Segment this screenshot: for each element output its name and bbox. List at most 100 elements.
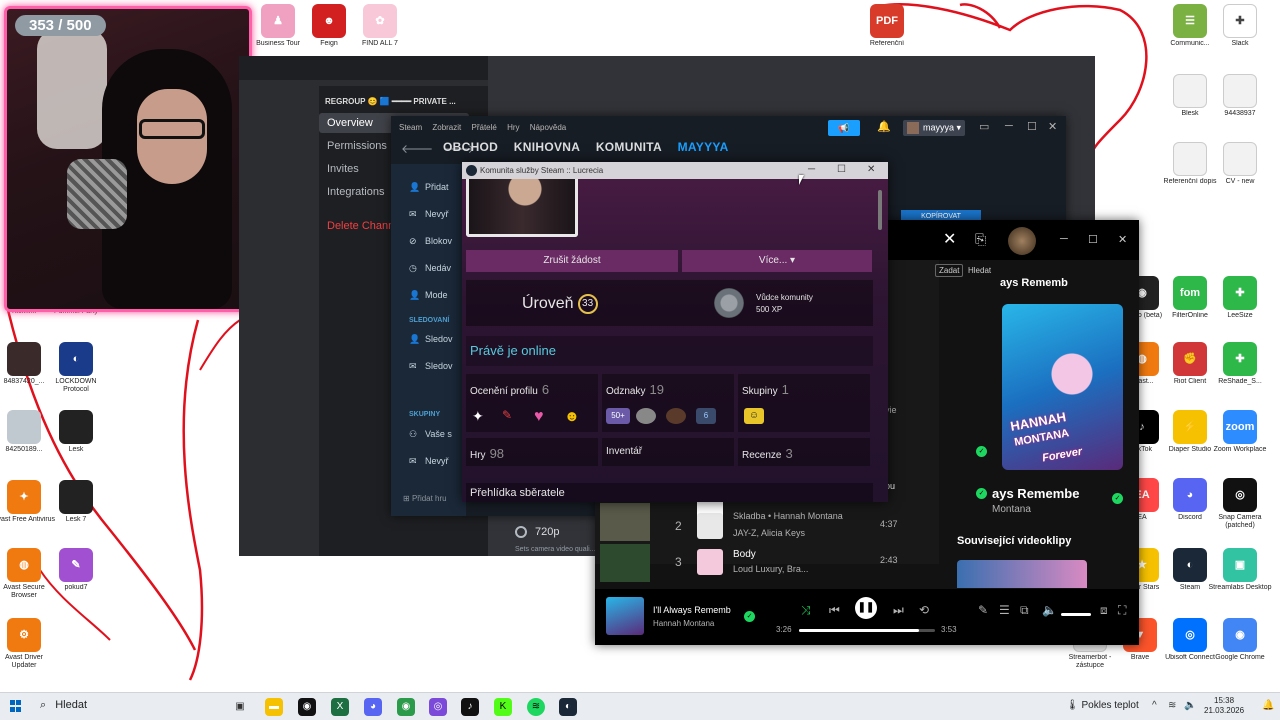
- badges-cell[interactable]: Odznaky 19 50+ 6: [602, 374, 734, 432]
- reviews-cell[interactable]: Recenze 3: [738, 438, 870, 466]
- nav-komunita[interactable]: KOMUNITA: [596, 140, 662, 154]
- groups-cell[interactable]: Skupiny 1 ☺: [738, 374, 870, 432]
- volume-slider[interactable]: [1061, 613, 1091, 616]
- desktop-icon-d30[interactable]: zoom Zoom Workplace: [1208, 410, 1272, 454]
- profile-avatar[interactable]: [466, 179, 578, 237]
- community-leader-badge-icon[interactable]: [714, 288, 744, 318]
- menu-hry[interactable]: Hry: [507, 123, 519, 132]
- desktop-icon-d3[interactable]: ✿ FIND ALL 7: [348, 4, 412, 48]
- related-video-thumbnail[interactable]: [957, 560, 1087, 588]
- enter-tag[interactable]: Zadat: [935, 264, 964, 277]
- notification-icon[interactable]: 🔔: [1262, 700, 1274, 711]
- announcement-button[interactable]: 📢: [828, 120, 860, 136]
- lyrics-icon[interactable]: ✎: [978, 603, 988, 617]
- discord-icon[interactable]: ◕: [364, 698, 382, 716]
- nav-knihovna[interactable]: KNIHOVNA: [514, 140, 580, 154]
- spotify-icon[interactable]: ≋: [527, 698, 545, 716]
- menu-napoveda[interactable]: Nápověda: [530, 123, 566, 132]
- sidebar-pending[interactable]: ✉ Nevyř: [409, 209, 449, 220]
- desktop-icon-d8[interactable]: 94438937: [1208, 74, 1272, 118]
- chrome-icon[interactable]: ◉: [397, 698, 415, 716]
- desktop-icon-d33[interactable]: ◎ Snap Camera (patched): [1208, 478, 1272, 530]
- desktop-icon-d4[interactable]: PDF Referenční: [855, 4, 919, 48]
- profile-awards-cell[interactable]: Ocenění profilu 6 ✦ ✎ ♥ ☻: [466, 374, 598, 432]
- task-view-icon[interactable]: ▣: [231, 698, 249, 716]
- saved-check-icon[interactable]: ✓: [744, 611, 755, 622]
- player-cover[interactable]: [606, 597, 644, 635]
- queue-icon[interactable]: ☰: [999, 603, 1010, 617]
- shuffle-icon[interactable]: ⤨: [801, 603, 811, 618]
- back-arrow-icon[interactable]: 🡐: [401, 142, 433, 156]
- nav-username[interactable]: MAYYYA: [678, 140, 729, 154]
- minimize-icon[interactable]: ─: [1060, 233, 1068, 245]
- volume-icon[interactable]: 🔈: [1184, 700, 1196, 711]
- fullscreen-icon[interactable]: ⛶: [1118, 603, 1126, 618]
- desktop-icon-d36[interactable]: ▣ Streamlabs Desktop: [1208, 548, 1272, 592]
- clock[interactable]: 15:38 21.03.2026: [1204, 696, 1244, 716]
- repeat-icon[interactable]: ⟲: [919, 603, 929, 617]
- desktop-icon-d21[interactable]: ⚙ Avast Driver Updater: [0, 618, 56, 670]
- weather-widget[interactable]: 🌡 Pokles teplot: [1066, 700, 1139, 711]
- saved-check-icon[interactable]: ✓: [1112, 493, 1123, 504]
- previous-icon[interactable]: ⏮: [829, 603, 840, 618]
- desktop-icon-d14[interactable]: ◐ LOCKDOWN Protocol: [44, 342, 108, 394]
- taskbar-search[interactable]: ⌕ Hledat: [40, 699, 87, 712]
- maximize-icon[interactable]: ☐: [1027, 120, 1037, 133]
- close-icon[interactable]: ✕: [867, 164, 875, 175]
- sidebar-add-friend[interactable]: 👤 Přidat: [409, 182, 449, 193]
- browser-icon[interactable]: ◎: [429, 698, 447, 716]
- sidebar-recent[interactable]: ◷ Nedáv: [409, 263, 451, 274]
- games-cell[interactable]: Hry 98: [466, 438, 598, 466]
- start-button[interactable]: [10, 700, 22, 712]
- desktop-icon-d40[interactable]: ◉ Google Chrome: [1208, 618, 1272, 662]
- desktop-icon-d6[interactable]: ✚ Slack: [1208, 4, 1272, 48]
- sidebar-blocked[interactable]: ⊘ Blokov: [409, 236, 452, 247]
- menu-steam[interactable]: Steam: [399, 123, 422, 132]
- tiktok-icon[interactable]: ♪: [461, 698, 479, 716]
- avatar[interactable]: [1008, 227, 1036, 255]
- big-picture-icon[interactable]: ▭: [979, 120, 989, 133]
- desktop-icon-d16[interactable]: Lesk: [44, 410, 108, 454]
- saved-check-icon[interactable]: ✓: [976, 446, 987, 457]
- radio-icon[interactable]: [515, 526, 527, 539]
- desktop-icon-d10[interactable]: CV - new: [1208, 142, 1272, 186]
- menu-pratele[interactable]: Přátelé: [472, 123, 497, 132]
- minimize-icon[interactable]: ─: [808, 164, 815, 175]
- obs-icon[interactable]: ◉: [298, 698, 316, 716]
- pause-button[interactable]: ❚❚: [855, 597, 877, 619]
- sidebar-following-1[interactable]: 👤 Sledov: [409, 334, 453, 345]
- desktop-icon-d20[interactable]: ✎ pokud7: [44, 548, 108, 592]
- add-game-button[interactable]: ⊞ Přidat hru: [403, 494, 447, 503]
- sidebar-moderation[interactable]: 👤 Mode: [409, 290, 448, 301]
- search-tag[interactable]: Hledat: [968, 266, 991, 275]
- player-track-title[interactable]: I'll Always Rememb: [653, 605, 731, 615]
- next-icon[interactable]: ⏭: [893, 603, 904, 618]
- close-icon[interactable]: ✕: [1048, 120, 1057, 133]
- close-search-icon[interactable]: ✕: [943, 229, 956, 249]
- now-playing-title[interactable]: ays Remembe: [992, 486, 1152, 501]
- tray-chevron-icon[interactable]: ^: [1152, 700, 1157, 711]
- cancel-request-button[interactable]: Zrušit žádost: [466, 250, 678, 272]
- maximize-icon[interactable]: ☐: [837, 164, 846, 175]
- player-track-artist[interactable]: Hannah Montana: [653, 619, 714, 628]
- close-icon[interactable]: ✕: [1118, 233, 1127, 246]
- install-app-icon[interactable]: ⎘: [975, 231, 986, 248]
- maximize-icon[interactable]: ☐: [1088, 233, 1098, 246]
- desktop-icon-d27[interactable]: ✚ ReShade_S...: [1208, 342, 1272, 386]
- wifi-icon[interactable]: ≋: [1168, 700, 1176, 711]
- sidebar-your-groups[interactable]: ⚇ Vaše s: [409, 429, 452, 440]
- miniplayer-icon[interactable]: ⧈: [1100, 603, 1108, 618]
- desktop-icon-d24[interactable]: ✚ LeeSize: [1208, 276, 1272, 320]
- level-badge[interactable]: 33: [577, 294, 598, 314]
- volume-icon[interactable]: 🔈: [1042, 603, 1057, 617]
- scrollbar[interactable]: [878, 190, 882, 230]
- steam-icon[interactable]: ◐: [559, 698, 577, 716]
- excel-icon[interactable]: X: [331, 698, 349, 716]
- now-playing-artist[interactable]: Montana: [992, 504, 1031, 515]
- sidebar-following-2[interactable]: ✉ Sledov: [409, 361, 453, 372]
- nav-obchod[interactable]: OBCHOD: [443, 140, 498, 154]
- camera-option-720p[interactable]: 720p: [515, 526, 559, 539]
- kick-icon[interactable]: K: [494, 698, 512, 716]
- connect-device-icon[interactable]: ⧉: [1020, 603, 1029, 618]
- saved-check-icon[interactable]: ✓: [976, 488, 987, 499]
